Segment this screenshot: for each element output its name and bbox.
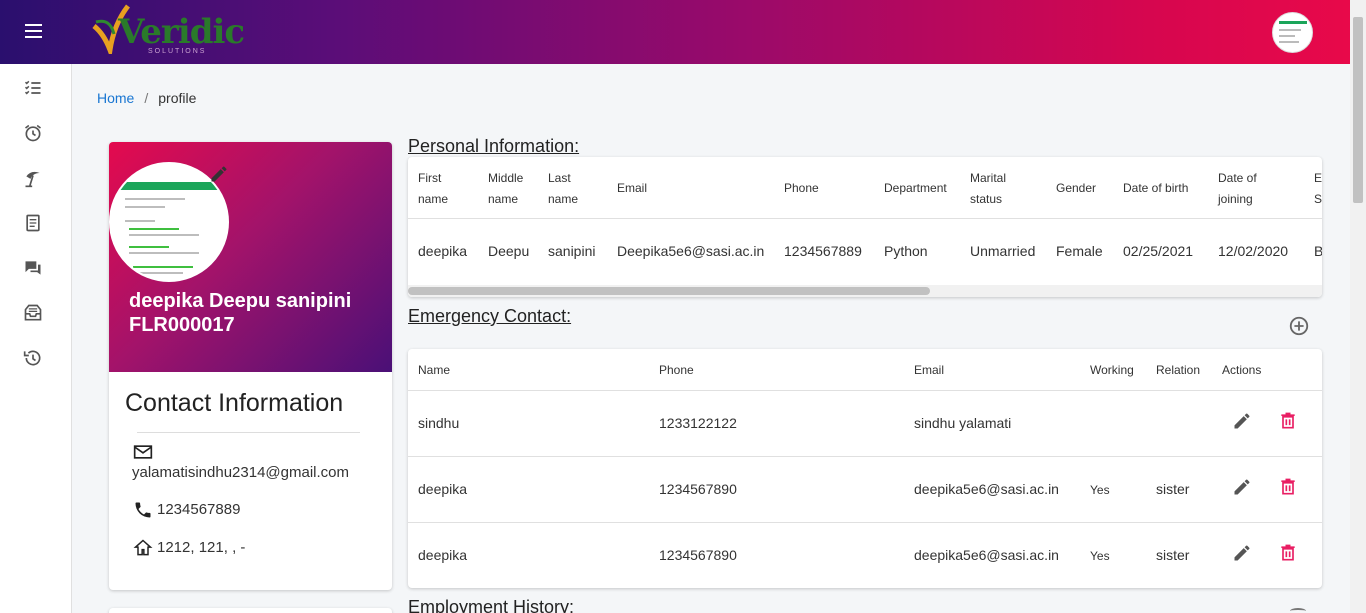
- cell-last-name: sanipini: [548, 243, 596, 259]
- logo-text: Veridic: [118, 12, 245, 52]
- profile-employee-id: FLR000017: [129, 314, 235, 336]
- menu-icon[interactable]: [22, 20, 46, 44]
- table-row-email: sindhu yalamati: [914, 415, 1012, 431]
- cell-department: Python: [884, 243, 928, 259]
- employment-history-title: Employment History:: [408, 597, 575, 613]
- inbox-icon[interactable]: [21, 301, 45, 325]
- col-department[interactable]: Department: [884, 178, 947, 199]
- cell-date-of-joining: 12/02/2020: [1218, 243, 1289, 259]
- col-date-of-joining[interactable]: Date of joining: [1218, 168, 1257, 210]
- table-row-name: sindhu: [418, 415, 460, 431]
- col-first-name[interactable]: First name: [418, 168, 448, 210]
- contact-info-title: Contact Information: [125, 389, 344, 417]
- col-name[interactable]: Name: [418, 363, 450, 377]
- cell-phone: 1234567889: [784, 243, 862, 259]
- table-row-working: Yes: [1090, 483, 1110, 497]
- col-email[interactable]: Email: [914, 363, 944, 377]
- table-row-phone: 1233122122: [659, 415, 737, 431]
- edit-icon[interactable]: [1232, 477, 1256, 501]
- col-truncated[interactable]: E S: [1314, 168, 1322, 210]
- alarm-icon[interactable]: [21, 121, 45, 145]
- cell-email: Deepika5e6@sasi.ac.in: [617, 243, 765, 259]
- delete-icon[interactable]: [1278, 543, 1302, 567]
- table-row-email: deepika5e6@sasi.ac.in: [914, 481, 1059, 497]
- logo-subtext: SOLUTIONS: [148, 48, 207, 55]
- cell-middle-name: Deepu: [488, 243, 530, 259]
- col-email[interactable]: Email: [617, 178, 647, 199]
- profile-name: deepika Deepu sanipini: [129, 290, 352, 312]
- edit-icon[interactable]: [1232, 411, 1256, 435]
- col-last-name[interactable]: Last name: [548, 168, 578, 210]
- col-working[interactable]: Working: [1090, 363, 1134, 377]
- personal-info-title: Personal Information:: [408, 136, 580, 156]
- cell-truncated: B: [1314, 243, 1322, 259]
- cell-gender: Female: [1056, 243, 1103, 259]
- emergency-contact-title: Emergency Contact:: [408, 306, 572, 326]
- contact-email: yalamatisindhu2314@gmail.com: [132, 464, 350, 481]
- home-icon: [133, 538, 155, 560]
- table-row-email: deepika5e6@sasi.ac.in: [914, 547, 1059, 563]
- user-avatar[interactable]: [1272, 12, 1313, 53]
- table-row-name: deepika: [418, 481, 468, 497]
- leave-icon[interactable]: [21, 166, 45, 190]
- phone-icon: [133, 500, 155, 522]
- table-row-phone: 1234567890: [659, 481, 737, 497]
- contact-phone: 1234567889: [157, 501, 241, 518]
- breadcrumb-home-link[interactable]: Home: [97, 90, 134, 106]
- profile-card: deepika Deepu sanipini FLR000017 Contact…: [109, 142, 392, 590]
- personal-info-table: First name Middle name Last name Email P…: [408, 157, 1322, 297]
- chat-icon[interactable]: [21, 256, 45, 280]
- col-actions: Actions: [1222, 363, 1262, 377]
- document-icon[interactable]: [21, 211, 45, 235]
- contact-address: 1212, 121, , -: [157, 539, 246, 556]
- edit-photo-icon[interactable]: [209, 164, 231, 186]
- history-icon[interactable]: [21, 346, 45, 370]
- top-app-bar: Veridic SOLUTIONS: [0, 0, 1350, 64]
- mail-icon: [133, 442, 155, 464]
- horizontal-scrollbar[interactable]: [408, 285, 1322, 297]
- col-middle-name[interactable]: Middle name: [488, 168, 523, 210]
- delete-icon[interactable]: [1278, 411, 1302, 435]
- breadcrumb-separator: /: [144, 90, 149, 106]
- profile-header: deepika Deepu sanipini FLR000017: [109, 142, 392, 372]
- sidebar: [0, 64, 72, 613]
- col-phone[interactable]: Phone: [659, 363, 694, 377]
- table-row-phone: 1234567890: [659, 547, 737, 563]
- vertical-scrollbar[interactable]: [1350, 0, 1366, 613]
- col-date-of-birth[interactable]: Date of birth: [1123, 178, 1188, 199]
- col-gender[interactable]: Gender: [1056, 178, 1096, 199]
- table-row-relation: sister: [1156, 481, 1190, 497]
- cell-date-of-birth: 02/25/2021: [1123, 243, 1194, 259]
- secondary-card: [109, 608, 392, 613]
- table-row-name: deepika: [418, 547, 468, 563]
- table-header: First name Middle name Last name Email P…: [408, 157, 1322, 219]
- add-contact-icon[interactable]: [1288, 315, 1310, 337]
- breadcrumb: Home / profile: [97, 90, 196, 106]
- table-row-relation: sister: [1156, 547, 1190, 563]
- col-relation[interactable]: Relation: [1156, 363, 1200, 377]
- checklist-icon[interactable]: [21, 76, 45, 100]
- delete-icon[interactable]: [1278, 477, 1302, 501]
- add-employment-icon[interactable]: [1290, 608, 1306, 613]
- col-phone[interactable]: Phone: [784, 178, 819, 199]
- edit-icon[interactable]: [1232, 543, 1256, 567]
- col-marital-status[interactable]: Marital status: [970, 168, 1006, 210]
- breadcrumb-current: profile: [158, 90, 197, 106]
- cell-marital-status: Unmarried: [970, 243, 1036, 259]
- cell-first-name: deepika: [418, 243, 468, 259]
- company-logo[interactable]: Veridic SOLUTIONS: [90, 4, 245, 60]
- emergency-contact-table: Name Phone Email Working Relation Action…: [408, 349, 1322, 588]
- table-row-working: Yes: [1090, 549, 1110, 563]
- divider: [137, 432, 360, 433]
